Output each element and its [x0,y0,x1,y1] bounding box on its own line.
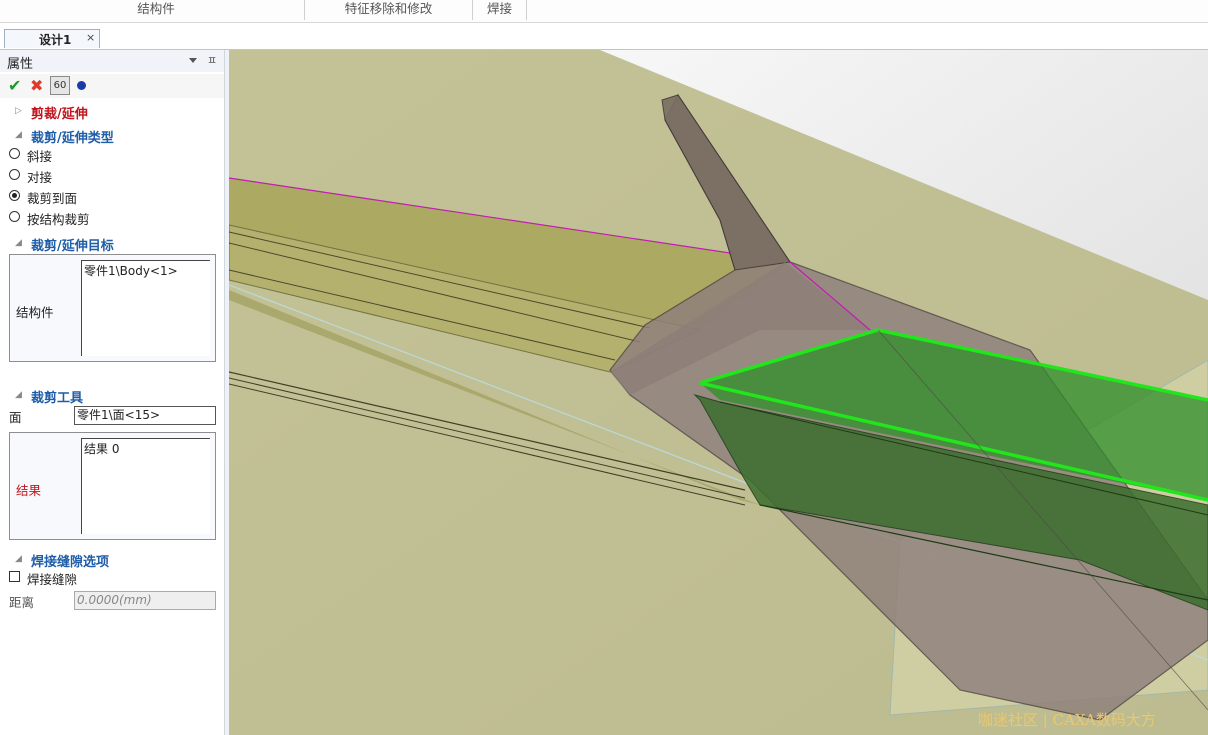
target-list[interactable]: 零件1\Body<1> [81,260,210,356]
radio-button[interactable] [9,211,20,222]
collapse-arrow-icon: ◢ [15,554,22,564]
collapse-arrow-icon: ◢ [15,238,22,248]
weld-gap-checkbox[interactable] [9,571,20,582]
ribbon-group-structure[interactable]: 结构件 [8,0,305,20]
help-dot-icon[interactable] [77,81,86,90]
radio-label: 按结构裁剪 [27,212,90,227]
target-selection-box[interactable]: 结构件 零件1\Body<1> [9,254,216,362]
weld-gap-section-header[interactable]: ◢ 焊接缝隙选项 [0,551,224,570]
model-view[interactable] [229,50,1208,735]
chevron-down-icon[interactable] [189,58,197,63]
weld-gap-checkbox-row[interactable]: 焊接缝隙 [0,569,224,587]
result-selection-box[interactable]: 结果 结果 0 [9,432,216,540]
target-title: 裁剪/延伸目标 [31,239,114,254]
weld-gap-checkbox-label: 焊接缝隙 [27,572,78,587]
result-list[interactable]: 结果 0 [81,438,210,534]
tab-design1[interactable]: 设计1 × [4,29,100,48]
watermark-text: 咖迷社区 | CAXA数码大方 [978,711,1156,729]
face-input[interactable]: 零件1\面<15> [74,406,216,425]
target-section-header[interactable]: ◢ 裁剪/延伸目标 [0,235,224,254]
collapse-arrow-icon: ◢ [15,130,22,140]
expand-arrow-icon: ▷ [15,106,22,116]
trim-type-title: 裁剪/延伸类型 [31,131,114,146]
face-label: 面 [9,410,22,425]
radio-label: 裁剪到面 [27,191,78,206]
feature-title: 剪裁/延伸 [31,107,88,122]
list-item[interactable]: 零件1\Body<1> [84,262,178,279]
trim-type-section-header[interactable]: ◢ 裁剪/延伸类型 [0,127,224,146]
radio-button[interactable] [9,148,20,159]
3d-viewport[interactable] [229,50,1208,735]
ribbon-group-weld[interactable]: 焊接 [473,0,527,20]
preview-glasses-icon[interactable]: 60 [50,76,70,95]
panel-title: 属性 [7,57,34,72]
pin-icon[interactable]: ㅍ [207,52,217,68]
result-side-label: 结果 [16,483,42,498]
list-item[interactable]: 结果 0 [84,440,119,457]
close-icon[interactable]: × [86,31,95,44]
radio-button[interactable] [9,169,20,180]
panel-toolbar: ✔ ✖ 60 [0,74,224,98]
distance-label: 距离 [9,595,35,610]
feature-header[interactable]: ▷ 剪裁/延伸 [0,103,224,122]
target-side-label: 结构件 [16,305,54,320]
ribbon-group-bar: 结构件 特征移除和修改 焊接 [0,0,1208,23]
tool-section-header[interactable]: ◢ 裁剪工具 [0,387,224,406]
panel-header: 属性 ㅍ [0,50,224,72]
collapse-arrow-icon: ◢ [15,390,22,400]
distance-input[interactable]: 0.0000(mm) [74,591,216,610]
ribbon-group-feature-edit[interactable]: 特征移除和修改 [305,0,473,20]
document-tab-strip: 设计1 × [0,23,1208,50]
ok-check-icon[interactable]: ✔ [8,77,21,95]
tab-design1-label: 设计1 [39,33,72,47]
cancel-x-icon[interactable]: ✖ [30,77,43,95]
radio-label: 对接 [27,170,53,185]
weld-gap-title: 焊接缝隙选项 [31,555,110,570]
property-panel: 属性 ㅍ ✔ ✖ 60 ▷ 剪裁/延伸 ◢ 裁剪/延伸类型 斜接 对接 裁剪到面… [0,50,225,735]
radio-button-selected[interactable] [9,190,20,201]
radio-label: 斜接 [27,149,53,164]
tool-title: 裁剪工具 [31,391,84,406]
